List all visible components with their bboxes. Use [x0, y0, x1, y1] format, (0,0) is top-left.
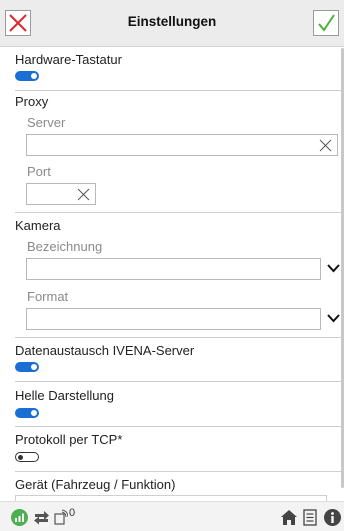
- info-icon[interactable]: [324, 509, 341, 526]
- divider: [15, 337, 341, 338]
- divider: [15, 471, 341, 472]
- light-mode-label: Helle Darstellung: [15, 388, 114, 403]
- clear-server-icon[interactable]: [319, 139, 332, 152]
- camera-name-select[interactable]: [26, 258, 321, 280]
- transfer-arrows-icon: [33, 509, 50, 526]
- chevron-down-icon[interactable]: [327, 264, 340, 273]
- home-icon[interactable]: [280, 509, 298, 526]
- wireless-icon: 0: [54, 507, 76, 525]
- tcp-log-toggle[interactable]: [15, 452, 39, 462]
- hardware-keyboard-label: Hardware-Tastatur: [15, 52, 122, 67]
- close-x-icon: [9, 14, 27, 32]
- status-bar: 0: [0, 501, 344, 531]
- checkmark-icon: [318, 14, 335, 32]
- signal-bars-icon: [11, 509, 28, 526]
- cancel-button[interactable]: [5, 10, 31, 36]
- divider: [15, 381, 341, 382]
- server-input[interactable]: [26, 134, 338, 156]
- header-bar: Einstellungen: [0, 0, 344, 47]
- wireless-count: 0: [69, 507, 76, 519]
- document-icon[interactable]: [303, 509, 317, 526]
- divider: [15, 90, 341, 91]
- hardware-keyboard-toggle[interactable]: [15, 71, 39, 81]
- clear-port-icon[interactable]: [77, 188, 90, 201]
- device-label: Gerät (Fahrzeug / Funktion): [15, 477, 176, 492]
- data-exchange-toggle[interactable]: [15, 362, 39, 372]
- data-exchange-label: Datenaustausch IVENA-Server: [15, 343, 195, 358]
- divider: [15, 212, 341, 213]
- port-label: Port: [27, 164, 51, 179]
- settings-list: Hardware-Tastatur Proxy Server Port Kame…: [0, 48, 344, 501]
- proxy-label: Proxy: [15, 94, 49, 109]
- port-input[interactable]: [26, 183, 96, 205]
- server-label: Server: [27, 115, 66, 130]
- light-mode-toggle[interactable]: [15, 408, 39, 418]
- camera-name-label: Bezeichnung: [27, 239, 103, 254]
- camera-format-label: Format: [27, 289, 69, 304]
- tcp-log-label: Protokoll per TCP*: [15, 432, 123, 447]
- camera-label: Kamera: [15, 218, 61, 233]
- camera-format-select[interactable]: [26, 308, 321, 330]
- chevron-down-icon[interactable]: [327, 314, 340, 323]
- page-title: Einstellungen: [127, 14, 217, 29]
- divider: [15, 426, 341, 427]
- confirm-button[interactable]: [313, 10, 339, 36]
